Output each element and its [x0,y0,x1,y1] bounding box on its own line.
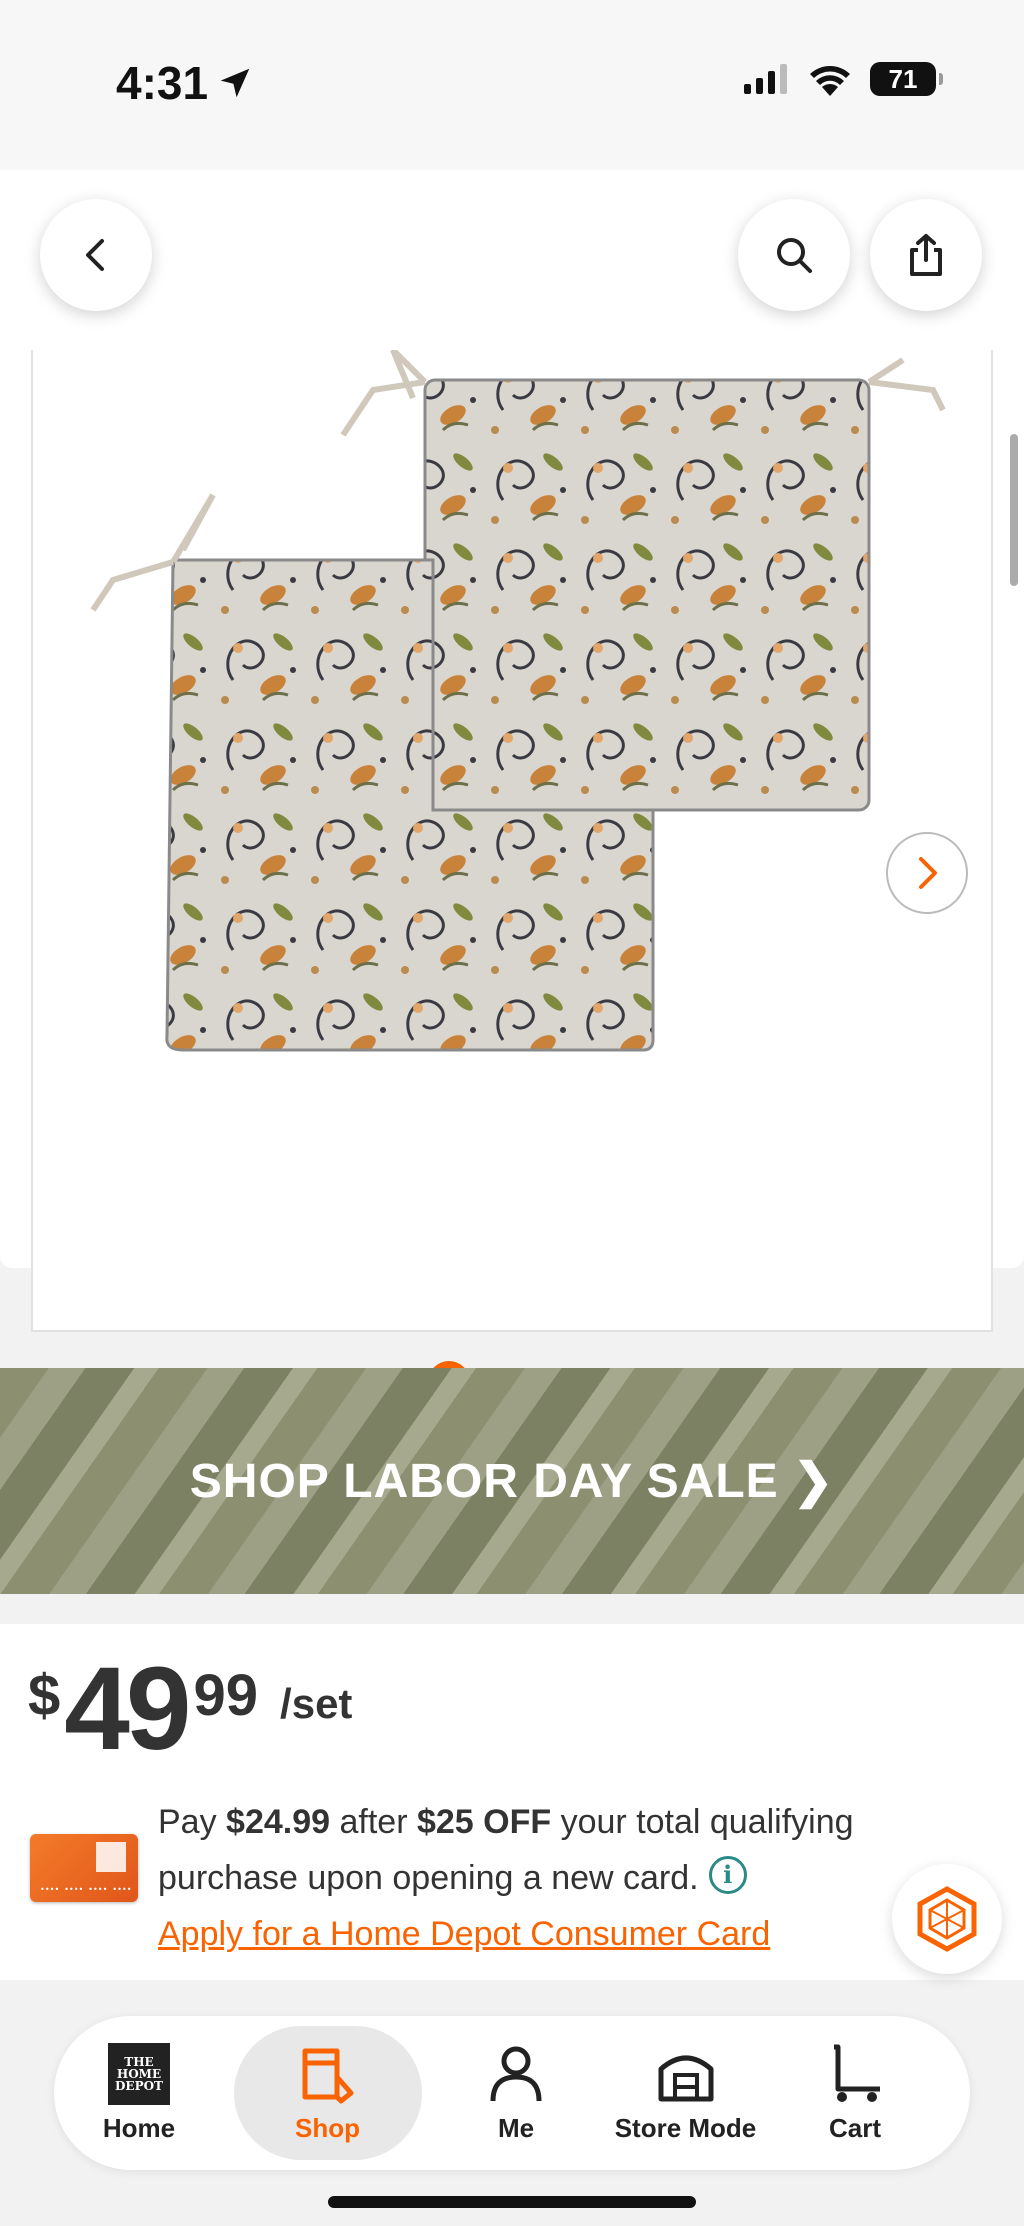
clock-time: 4:31 [116,57,209,109]
promo-discount: $25 OFF [416,1803,552,1841]
product-image-frame[interactable] [31,347,993,1332]
wifi-icon [810,66,850,96]
price-dollar-sign: $ [28,1663,61,1728]
home-depot-logo-icon: THE HOME DEPOT [108,2042,170,2105]
hexagon-assistant-icon [917,1886,977,1952]
search-button[interactable] [738,199,850,311]
product-price: $ 49 99 /set [28,1650,352,1768]
price-cents: 99 [193,1663,259,1728]
home-depot-logo-icon [96,1842,126,1872]
person-icon [490,2046,542,2101]
card-promo: Pay $24.99 after $25 OFF your total qual… [158,1794,918,1962]
status-time: 4:31 [116,56,254,110]
tab-label: Cart [828,2112,881,2143]
home-indicator [328,2196,696,2208]
tab-cart[interactable]: Cart [780,2026,930,2160]
promo-pay-amount: $24.99 [226,1803,331,1841]
battery-indicator: 71 [870,62,943,96]
bottom-tab-bar: THE HOME DEPOT Home Shop Me Store Mode Ca [54,2016,970,2170]
next-image-button[interactable] [886,832,968,914]
info-icon[interactable]: i [708,1856,747,1894]
price-unit: /set [280,1680,353,1727]
banner-text: SHOP LABOR DAY SALE ❯ [189,1455,835,1508]
price-section: $ 49 99 /set •••• •••• •••• •••• Pay $24… [0,1624,1024,1980]
status-icons: 71 [744,62,943,96]
tab-label: Me [497,2112,535,2143]
promo-pay-prefix: Pay [158,1803,227,1841]
cart-icon [834,2044,880,2102]
location-arrow-icon [220,68,250,98]
credit-card-image: •••• •••• •••• •••• [30,1834,138,1902]
tab-label: Shop [295,2112,360,2143]
product-gallery [0,170,1024,1403]
search-icon [777,238,812,273]
apply-card-link[interactable]: Apply for a Home Depot Consumer Card [158,1915,770,1953]
shop-icon [302,2048,353,2103]
store-icon [658,2055,713,2101]
status-bar: 4:31 71 [0,0,1024,170]
product-image [90,347,946,1052]
tab-store-mode[interactable]: Store Mode [611,2026,761,2160]
share-button[interactable] [870,199,982,311]
tab-shop[interactable]: Shop [233,2026,422,2160]
chevron-right-icon [919,857,937,889]
promo-after-text: after [330,1803,417,1841]
chevron-left-icon [86,239,104,271]
tab-me[interactable]: Me [441,2026,591,2160]
price-whole: 49 [64,1643,191,1775]
cellular-signal-icon [744,64,787,94]
labor-day-sale-banner[interactable]: SHOP LABOR DAY SALE ❯ [0,1368,1024,1594]
back-button[interactable] [40,199,152,311]
card-number-decoration: •••• •••• •••• •••• [40,1885,132,1894]
tab-home[interactable]: THE HOME DEPOT Home [64,2026,214,2160]
scroll-indicator [1010,434,1018,586]
tab-label: Home [102,2112,176,2143]
tab-label: Store Mode [614,2112,757,2143]
share-icon [910,234,942,276]
assistant-button[interactable] [892,1864,1002,1974]
